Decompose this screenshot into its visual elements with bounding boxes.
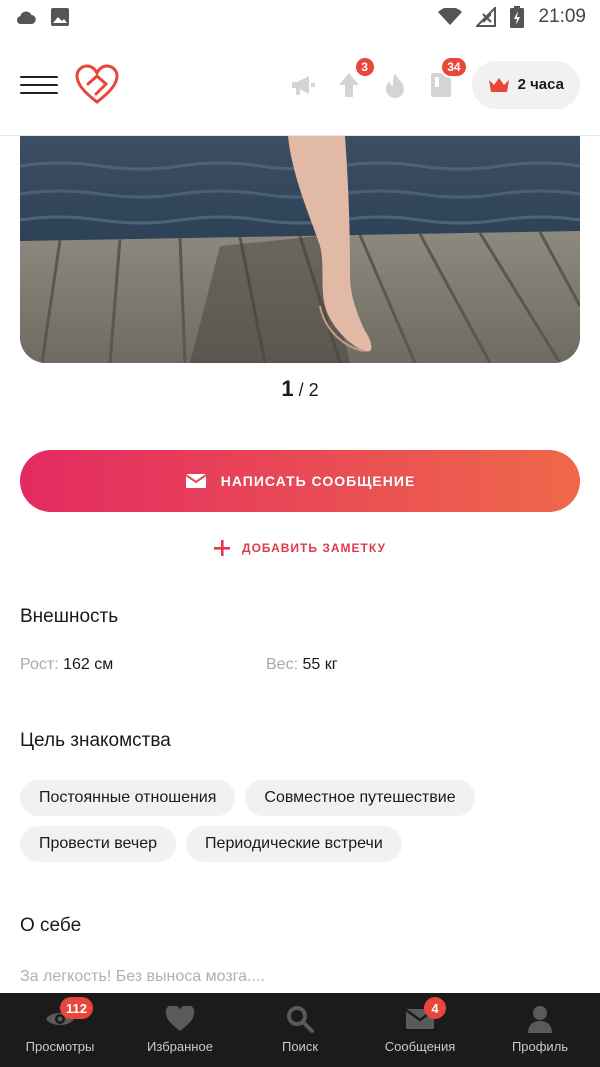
messages-badge: 4 <box>424 997 446 1019</box>
image-icon <box>51 8 69 26</box>
eye-icon: 112 <box>44 997 93 1033</box>
vip-button[interactable]: 2 часа <box>471 60 580 109</box>
vip-label: 2 часа <box>517 76 564 93</box>
book-badge: 34 <box>440 55 468 78</box>
add-note-button[interactable]: ДОБАВИТЬ ЗАМЕТКУ <box>0 536 600 560</box>
weight-value: 55 кг <box>302 656 338 673</box>
mail-icon: 4 <box>404 997 446 1033</box>
write-message-label: НАПИСАТЬ СООБЩЕНИЕ <box>220 473 416 489</box>
nav-messages[interactable]: 4 Сообщения <box>360 993 480 1067</box>
no-signal-icon <box>476 7 497 27</box>
heart-icon <box>164 1005 196 1033</box>
megaphone-icon[interactable] <box>290 72 316 98</box>
header-actions: 3 34 <box>290 55 468 98</box>
nav-search[interactable]: Поиск <box>240 993 360 1067</box>
clock: 21:09 <box>538 6 586 27</box>
nav-label: Профиль <box>511 1039 569 1054</box>
bottom-navigation: 112 Просмотры Избранное Поиск 4 Сообщени… <box>0 993 600 1067</box>
nav-label: Избранное <box>147 1039 213 1054</box>
nav-profile[interactable]: Профиль <box>480 993 600 1067</box>
boost-up-icon[interactable]: 3 <box>336 55 376 98</box>
height-stat: Рост: 162 см <box>20 656 113 674</box>
profile-photo[interactable] <box>20 136 580 363</box>
fire-icon[interactable] <box>382 72 408 98</box>
menu-icon[interactable] <box>20 75 58 94</box>
weight-stat: Вес: 55 кг <box>266 656 338 674</box>
status-bar: 21:09 <box>0 0 600 34</box>
goal-chip: Периодические встречи <box>186 826 402 862</box>
wifi-icon <box>438 8 463 25</box>
nav-favorites[interactable]: Избранное <box>120 993 240 1067</box>
about-text: За легкость! Без выноса мозга.... <box>20 968 265 985</box>
appearance-title: Внешность <box>20 606 119 627</box>
goal-chip: Постоянные отношения <box>20 780 236 816</box>
crown-icon <box>488 77 509 92</box>
nav-views[interactable]: 112 Просмотры <box>0 993 120 1067</box>
goal-chip: Провести вечер <box>20 826 177 862</box>
plus-icon <box>214 540 231 556</box>
logo[interactable] <box>74 63 120 106</box>
about-title: О себе <box>20 915 82 936</box>
pager-current: 1 <box>281 376 294 401</box>
height-value: 162 см <box>63 656 114 673</box>
photo-pager: 1 / 2 <box>0 376 600 402</box>
height-label: Рост: <box>20 656 59 673</box>
nav-label: Просмотры <box>25 1039 95 1054</box>
goal-chip: Совместное путешествие <box>245 780 475 816</box>
add-note-label: ДОБАВИТЬ ЗАМЕТКУ <box>242 541 386 555</box>
boost-badge: 3 <box>353 55 376 78</box>
app-header: 3 34 2 часа <box>0 34 600 136</box>
envelope-icon <box>185 474 207 488</box>
book-icon[interactable]: 34 <box>428 55 468 98</box>
search-icon <box>284 1005 316 1033</box>
goal-chips: Постоянные отношения Совместное путешест… <box>20 780 580 862</box>
nav-label: Сообщения <box>384 1039 456 1054</box>
profile-icon <box>524 1005 556 1033</box>
goals-title: Цель знакомства <box>20 730 171 751</box>
pager-total: / 2 <box>298 380 319 400</box>
weight-label: Вес: <box>266 656 299 673</box>
cloud-icon <box>16 11 36 25</box>
battery-charging-icon <box>510 6 525 28</box>
nav-label: Поиск <box>281 1039 319 1054</box>
views-badge: 112 <box>60 997 93 1019</box>
write-message-button[interactable]: НАПИСАТЬ СООБЩЕНИЕ <box>20 450 580 512</box>
